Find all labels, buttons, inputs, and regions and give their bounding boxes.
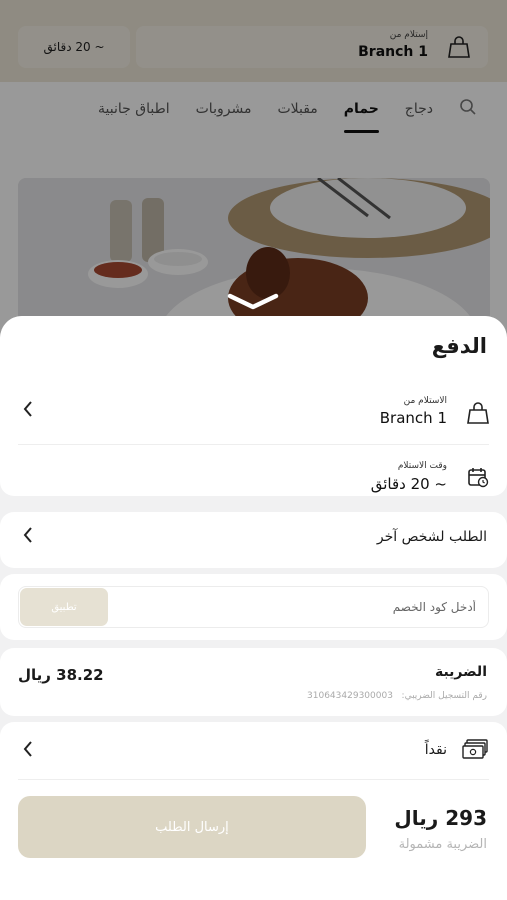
tax-included-note: الضريبة مشمولة — [398, 837, 487, 852]
tax-amount: 38.22 ريال — [18, 666, 104, 684]
submit-order-button[interactable]: إرسال الطلب — [18, 796, 366, 858]
pickup-label: الاستلام من — [403, 396, 447, 406]
coupon-input[interactable] — [176, 587, 476, 627]
shopping-bag-icon — [467, 401, 489, 429]
pickup-time-value: ~ 20 دقائق — [370, 475, 447, 493]
tax-label: الضريبة — [434, 664, 487, 680]
pickup-time-label: وقت الاستلام — [397, 461, 447, 471]
pickup-time-row[interactable]: وقت الاستلام ~ 20 دقائق — [18, 456, 489, 496]
order-total: 293 ريال — [394, 806, 487, 830]
coupon-card: تطبيق — [0, 574, 507, 640]
calendar-clock-icon — [467, 466, 489, 492]
order-for-someone-else-label: الطلب لشخص آخر — [376, 529, 487, 545]
chevron-left-icon[interactable] — [22, 400, 34, 423]
payment-card: نقداً 293 ريال الضريبة مشمولة إرسال الطل… — [0, 722, 507, 900]
chevron-left-icon[interactable] — [22, 526, 34, 549]
pickup-value: Branch 1 — [379, 409, 447, 427]
divider — [18, 779, 489, 780]
tax-registration: رقم التسجيل الضريبي: 310643429300003 — [307, 691, 487, 701]
apply-coupon-button[interactable]: تطبيق — [20, 588, 108, 626]
order-for-someone-else-row[interactable]: الطلب لشخص آخر — [0, 512, 507, 568]
chevron-left-icon[interactable] — [22, 740, 34, 763]
pickup-branch-row[interactable]: الاستلام من Branch 1 — [18, 394, 489, 434]
payment-sheet: الدفع الاستلام من Branch 1 وقت الاستلام … — [0, 316, 507, 900]
pickup-card: الدفع الاستلام من Branch 1 وقت الاستلام … — [0, 316, 507, 496]
payment-method-label: نقداً — [424, 742, 447, 758]
payment-method-row[interactable]: نقداً — [18, 734, 489, 770]
tax-registration-number: 310643429300003 — [307, 691, 393, 701]
cash-icon — [461, 738, 489, 764]
coupon-field: تطبيق — [18, 586, 489, 628]
tax-registration-label: رقم التسجيل الضريبي: — [401, 691, 487, 701]
tax-card: الضريبة رقم التسجيل الضريبي: 31064342930… — [0, 648, 507, 716]
chevron-down-icon[interactable] — [226, 292, 280, 316]
sheet-title: الدفع — [431, 334, 487, 358]
divider — [18, 444, 489, 445]
